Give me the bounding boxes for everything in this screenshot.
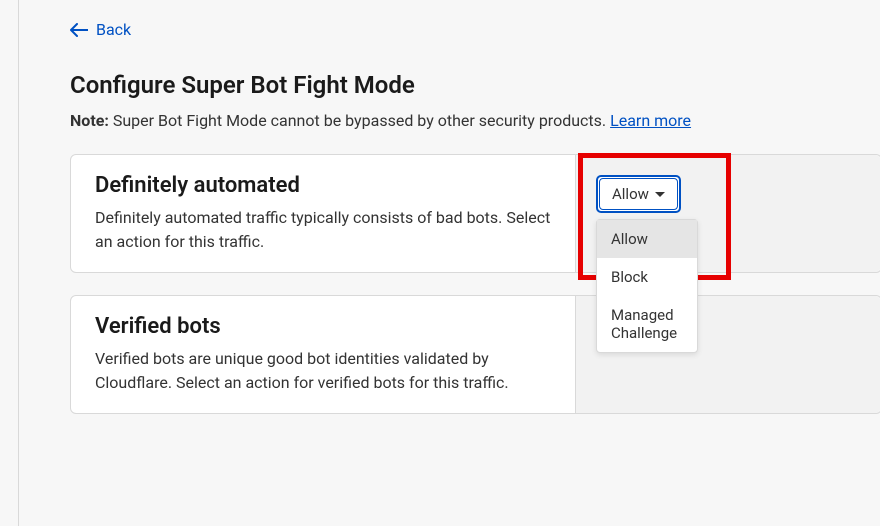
dropdown-option-managed-challenge[interactable]: Managed Challenge [597, 296, 697, 352]
select-value: Allow [612, 185, 649, 203]
card-title-verified-bots: Verified bots [95, 314, 551, 339]
back-link[interactable]: Back [70, 20, 131, 39]
arrow-left-icon [70, 23, 88, 37]
back-label: Back [96, 20, 131, 39]
card-title-definitely-automated: Definitely automated [95, 173, 551, 198]
dropdown-option-block[interactable]: Block [597, 258, 697, 296]
card-verified-bots: Verified bots Verified bots are unique g… [70, 295, 880, 414]
dropdown-option-allow[interactable]: Allow [597, 220, 697, 258]
action-select-definitely-automated[interactable]: Allow [596, 175, 681, 213]
card-definitely-automated: Definitely automated Definitely automate… [70, 154, 880, 273]
card-desc-definitely-automated: Definitely automated traffic typically c… [95, 206, 551, 254]
note-label: Note: [70, 111, 109, 130]
note-line: Note: Super Bot Fight Mode cannot be byp… [70, 111, 880, 130]
learn-more-link[interactable]: Learn more [610, 111, 691, 130]
action-dropdown: Allow Block Managed Challenge [596, 219, 698, 353]
card-desc-verified-bots: Verified bots are unique good bot identi… [95, 347, 551, 395]
page-title: Configure Super Bot Fight Mode [70, 71, 880, 99]
chevron-down-icon [655, 192, 665, 197]
note-text: Super Bot Fight Mode cannot be bypassed … [113, 111, 606, 130]
